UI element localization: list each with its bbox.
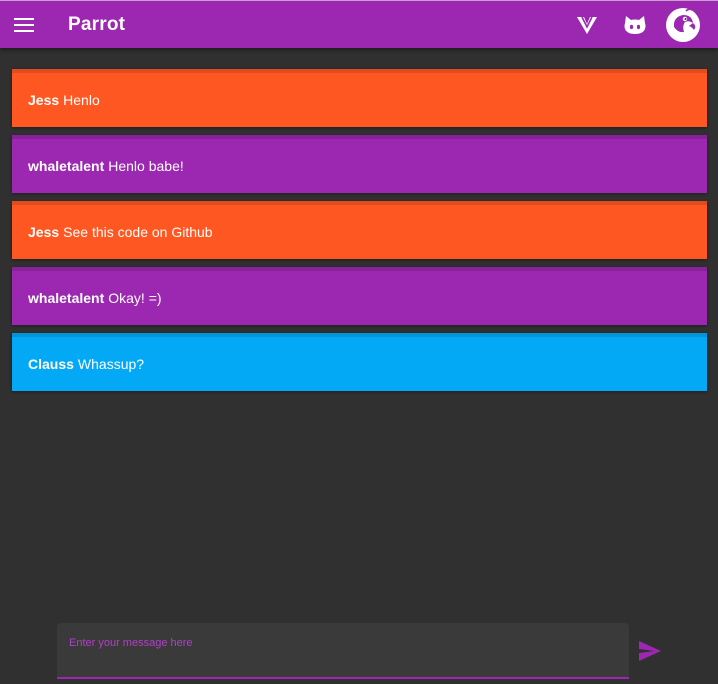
- message-author: whaletalent: [28, 158, 105, 174]
- app-toolbar: Parrot: [0, 0, 718, 48]
- message-item: whaletalent Henlo babe!: [12, 135, 707, 193]
- message-text: Henlo babe!: [108, 158, 184, 174]
- message-text: Okay! =): [108, 290, 162, 306]
- menu-icon: [14, 17, 34, 32]
- send-icon: [639, 641, 661, 661]
- message-author: whaletalent: [28, 290, 105, 306]
- message-author: Jess: [28, 224, 60, 240]
- message-text: Henlo: [63, 92, 100, 108]
- app-title: Parrot: [68, 13, 126, 35]
- message-item: Jess See this code on Github: [12, 201, 707, 259]
- message-item: Clauss Whassup?: [12, 333, 707, 391]
- message-input[interactable]: [57, 623, 629, 677]
- message-item: whaletalent Okay! =): [12, 267, 707, 325]
- message-author: Clauss: [28, 356, 74, 372]
- github-link[interactable]: [611, 1, 659, 49]
- message-list: Jess Henlo whaletalent Henlo babe! Jess …: [12, 69, 707, 399]
- parrot-avatar-icon: [666, 7, 700, 42]
- vuetify-link[interactable]: [563, 1, 611, 49]
- message-item: Jess Henlo: [12, 69, 707, 127]
- message-text: Whassup?: [77, 356, 145, 372]
- vuetify-icon: [577, 16, 597, 34]
- message-author: Jess: [28, 92, 60, 108]
- send-button[interactable]: [632, 633, 668, 669]
- message-text: See this code on Github: [63, 224, 213, 240]
- message-composer: Enter your message here: [57, 623, 629, 679]
- profile-avatar[interactable]: [659, 1, 707, 49]
- github-icon: [624, 15, 646, 34]
- menu-button[interactable]: [0, 1, 48, 49]
